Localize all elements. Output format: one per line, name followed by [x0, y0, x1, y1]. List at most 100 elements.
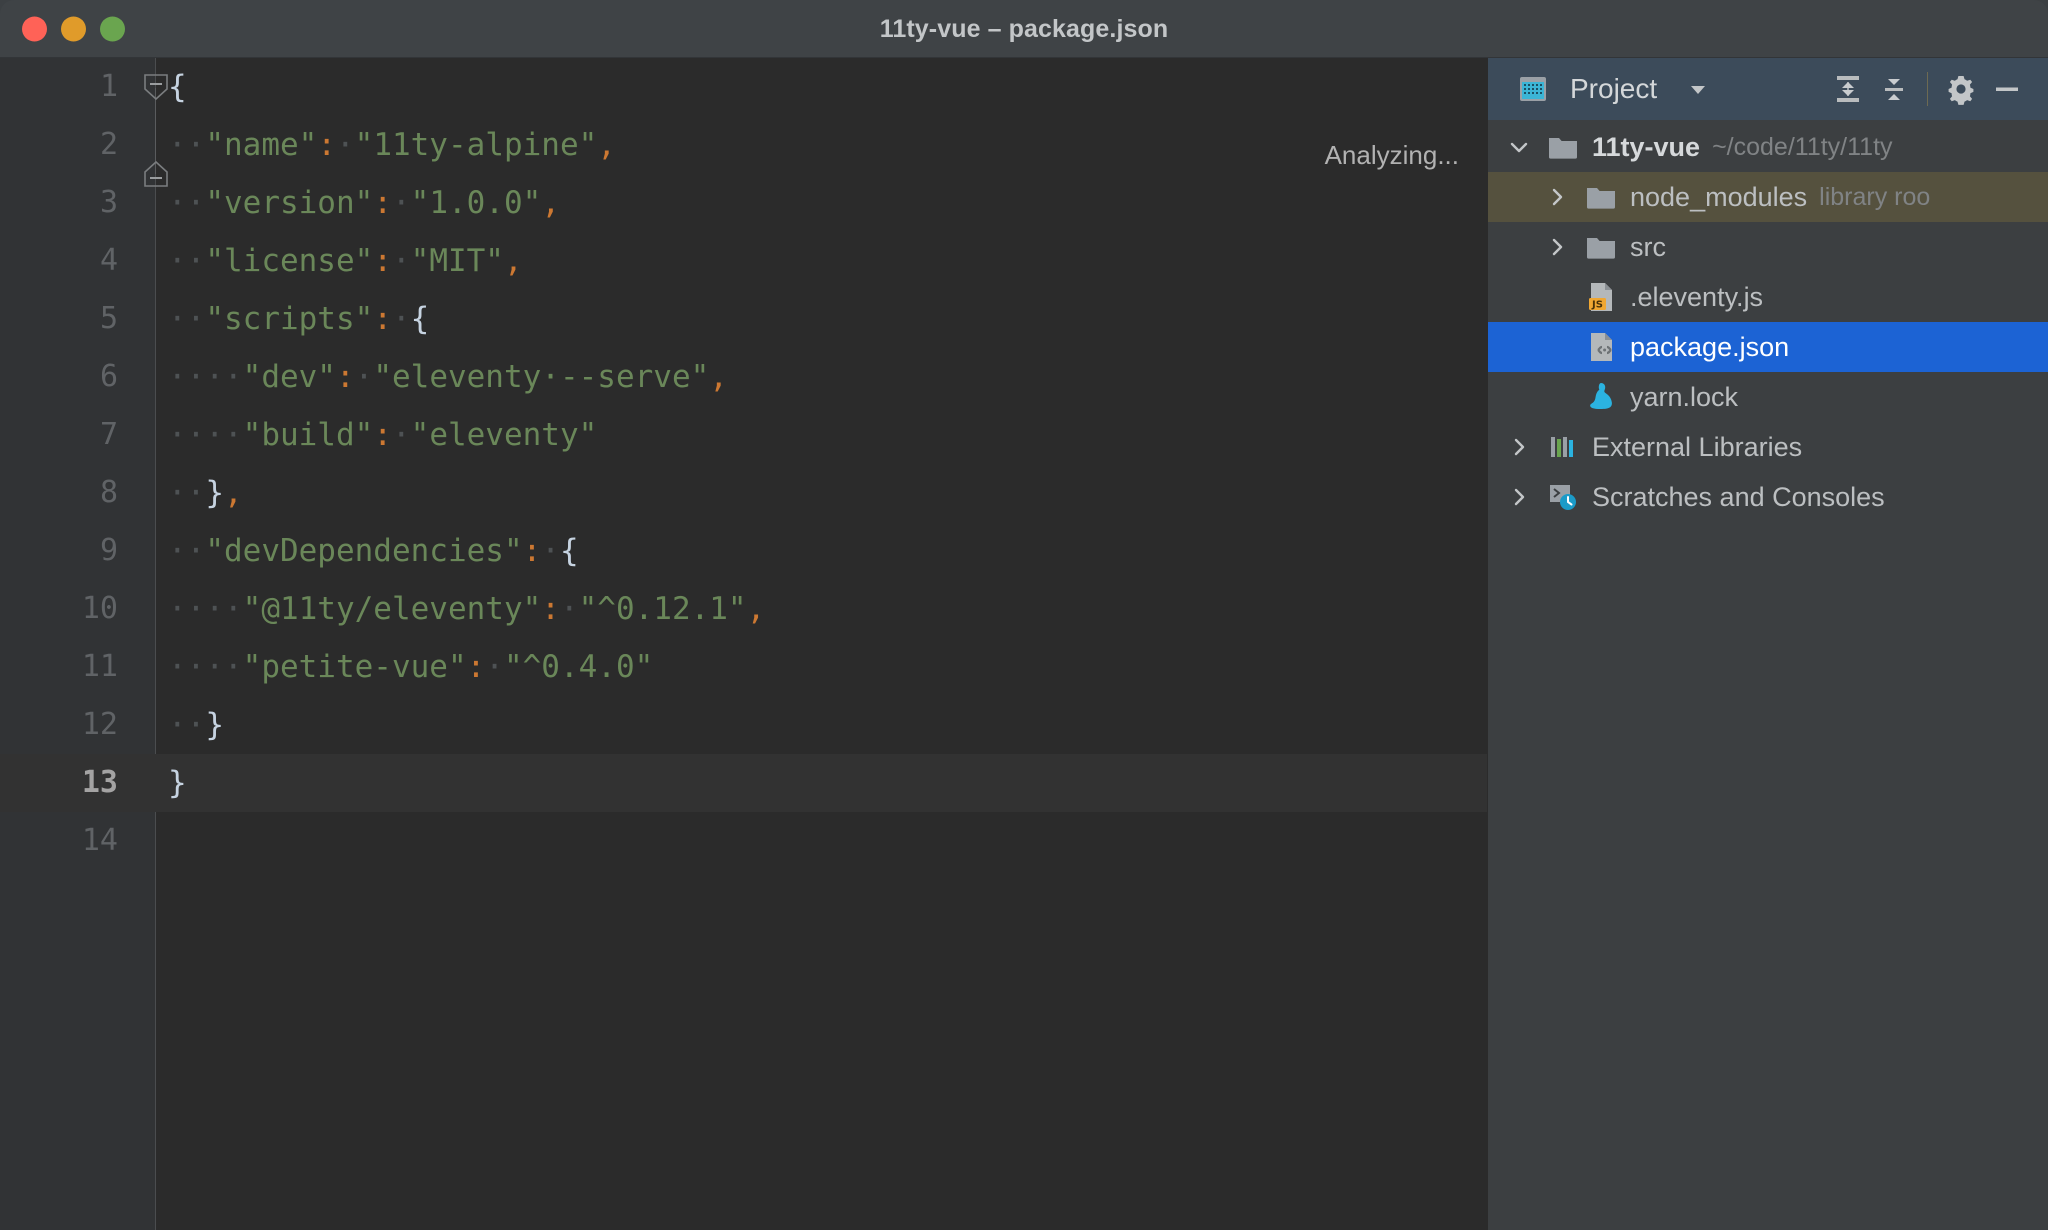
- code-line[interactable]: 13}: [0, 754, 1487, 812]
- code-token-key: "name": [205, 127, 318, 163]
- code-token-punct: :: [541, 591, 560, 627]
- code-token-ws: ·: [391, 417, 411, 453]
- tree-row-package-json[interactable]: package.json: [1488, 322, 2048, 372]
- tree-item-hint: library roo: [1819, 182, 1931, 211]
- code-line[interactable]: 1{: [0, 58, 1487, 116]
- code-line[interactable]: 11 ····"petite-vue":·"^0.4.0": [0, 638, 1487, 696]
- code-token-punct: ,: [709, 359, 728, 395]
- line-number: 14: [81, 823, 118, 858]
- maximize-window-button[interactable]: [100, 16, 125, 41]
- code-line-content: ····"build":·"eleventy": [168, 406, 597, 464]
- code-token-punct: :: [373, 185, 392, 221]
- toolbar-separator: [1927, 72, 1928, 106]
- tree-row-external-libraries[interactable]: External Libraries: [1488, 422, 2048, 472]
- folder-icon: [1580, 180, 1622, 214]
- chevron-right-icon[interactable]: [1496, 434, 1542, 460]
- code-token-ws: ·: [541, 533, 560, 569]
- js-file-icon: JS: [1580, 280, 1622, 314]
- code-line[interactable]: 2 ··"name":·"11ty-alpine",: [0, 116, 1487, 174]
- tree-item-label: yarn.lock: [1630, 381, 1739, 412]
- code-token-punct: ,: [503, 243, 523, 279]
- tree-item-label: .eleventy.js: [1630, 281, 1764, 312]
- window-title: 11ty-vue – package.json: [879, 14, 1169, 43]
- twisty-placeholder: [1534, 284, 1580, 310]
- chevron-right-icon[interactable]: [1534, 184, 1580, 210]
- code-token-key: "@11ty/eleventy": [242, 591, 542, 627]
- code-line-content: ··"name":·"11ty-alpine",: [168, 116, 616, 174]
- code-token-key: "devDependencies": [205, 533, 523, 569]
- line-number: 4: [99, 243, 118, 278]
- tree-row-yarn-lock[interactable]: yarn.lock: [1488, 372, 2048, 422]
- code-token-key: "build": [242, 417, 374, 453]
- code-token-ws: ··: [168, 301, 206, 337]
- code-line[interactable]: 5 ··"scripts":·{: [0, 290, 1487, 348]
- line-number: 11: [81, 649, 118, 684]
- code-line-content: ··"license":·"MIT",: [168, 232, 523, 290]
- chevron-down-icon[interactable]: [1496, 134, 1542, 160]
- json-file-icon: [1580, 330, 1622, 364]
- code-line[interactable]: 14: [0, 812, 1487, 870]
- folder-icon: [1580, 230, 1622, 264]
- code-line-content: {: [168, 58, 187, 116]
- code-line[interactable]: 3 ··"version":·"1.0.0",: [0, 174, 1487, 232]
- expand-all-icon[interactable]: [1825, 66, 1871, 112]
- code-token-key: "petite-vue": [242, 649, 467, 685]
- code-line-content: ··},: [168, 464, 243, 522]
- code-token-punct: ,: [746, 591, 766, 627]
- tree-row-11ty-vue[interactable]: 11ty-vue ~/code/11ty/11ty: [1488, 122, 2048, 172]
- code-token-key: "license": [205, 243, 374, 279]
- code-token-brace: }: [205, 475, 224, 511]
- code-token-ws: ·: [335, 127, 355, 163]
- traffic-lights: [22, 16, 125, 41]
- gear-icon[interactable]: [1938, 66, 1984, 112]
- tree-item-label: package.json: [1630, 331, 1790, 362]
- code-token-str: "eleventy·--serve": [373, 359, 710, 395]
- line-number: 10: [81, 591, 118, 626]
- minimize-window-button[interactable]: [61, 16, 86, 41]
- code-line[interactable]: 9 ··"devDependencies":·{: [0, 522, 1487, 580]
- code-line[interactable]: 7 ····"build":·"eleventy": [0, 406, 1487, 464]
- code-token-ws: ··: [168, 707, 206, 743]
- code-line[interactable]: 10 ····"@11ty/eleventy":·"^0.12.1",: [0, 580, 1487, 638]
- line-number: 7: [99, 417, 118, 452]
- code-editor[interactable]: 1{2 ··"name":·"11ty-alpine", 3 ··"version":…: [0, 58, 1487, 1230]
- code-line[interactable]: 8 ··},: [0, 464, 1487, 522]
- yarn-icon: [1580, 380, 1622, 414]
- code-line[interactable]: 4 ··"license":·"MIT",: [0, 232, 1487, 290]
- hide-panel-icon[interactable]: [1984, 66, 2030, 112]
- code-token-punct: :: [373, 417, 392, 453]
- code-line-content: ··"devDependencies":·{: [168, 522, 579, 580]
- code-token-ws: ·: [391, 185, 411, 221]
- ide-window: 11ty-vue – package.json 1{2 ··"name":·"11…: [0, 0, 2048, 1230]
- line-number: 13: [81, 765, 118, 800]
- code-token-str: "MIT": [410, 243, 504, 279]
- code-token-ws: ·: [559, 591, 579, 627]
- code-line-content: ····"dev":·"eleventy·--serve",: [168, 348, 728, 406]
- collapse-all-icon[interactable]: [1871, 66, 1917, 112]
- svg-text:JS: JS: [1591, 300, 1603, 311]
- tree-row-src[interactable]: src: [1488, 222, 2048, 272]
- code-token-punct: ,: [541, 185, 560, 221]
- line-number: 2: [99, 127, 118, 162]
- code-token-ws: ·: [485, 649, 504, 685]
- line-number: 1: [99, 69, 118, 104]
- code-token-ws: ··: [168, 127, 206, 163]
- chevron-right-icon[interactable]: [1496, 484, 1542, 510]
- code-token-punct: :: [317, 127, 336, 163]
- tree-row-eleventy-js[interactable]: JS .eleventy.js: [1488, 272, 2048, 322]
- code-token-brace: {: [168, 69, 187, 105]
- code-line[interactable]: 6 ····"dev":·"eleventy·--serve",: [0, 348, 1487, 406]
- code-token-ws: ····: [168, 591, 243, 627]
- project-tree[interactable]: 11ty-vue ~/code/11ty/11ty node_modules libr…: [1488, 120, 2048, 522]
- tree-item-hint: ~/code/11ty/11ty: [1712, 132, 1893, 161]
- chevron-down-icon[interactable]: [1675, 66, 1721, 112]
- code-lines[interactable]: 1{2 ··"name":·"11ty-alpine", 3 ··"version":…: [0, 58, 1487, 1230]
- code-token-punct: :: [373, 243, 392, 279]
- code-line-content: ····"petite-vue":·"^0.4.0": [168, 638, 653, 696]
- tree-item-label: src: [1630, 231, 1666, 262]
- code-line[interactable]: 12 ··}: [0, 696, 1487, 754]
- close-window-button[interactable]: [22, 16, 47, 41]
- chevron-right-icon[interactable]: [1534, 234, 1580, 260]
- tree-row-node-modules[interactable]: node_modules library roo: [1488, 172, 2048, 222]
- tree-row-scratches-and-consoles[interactable]: Scratches and Consoles: [1488, 472, 2048, 522]
